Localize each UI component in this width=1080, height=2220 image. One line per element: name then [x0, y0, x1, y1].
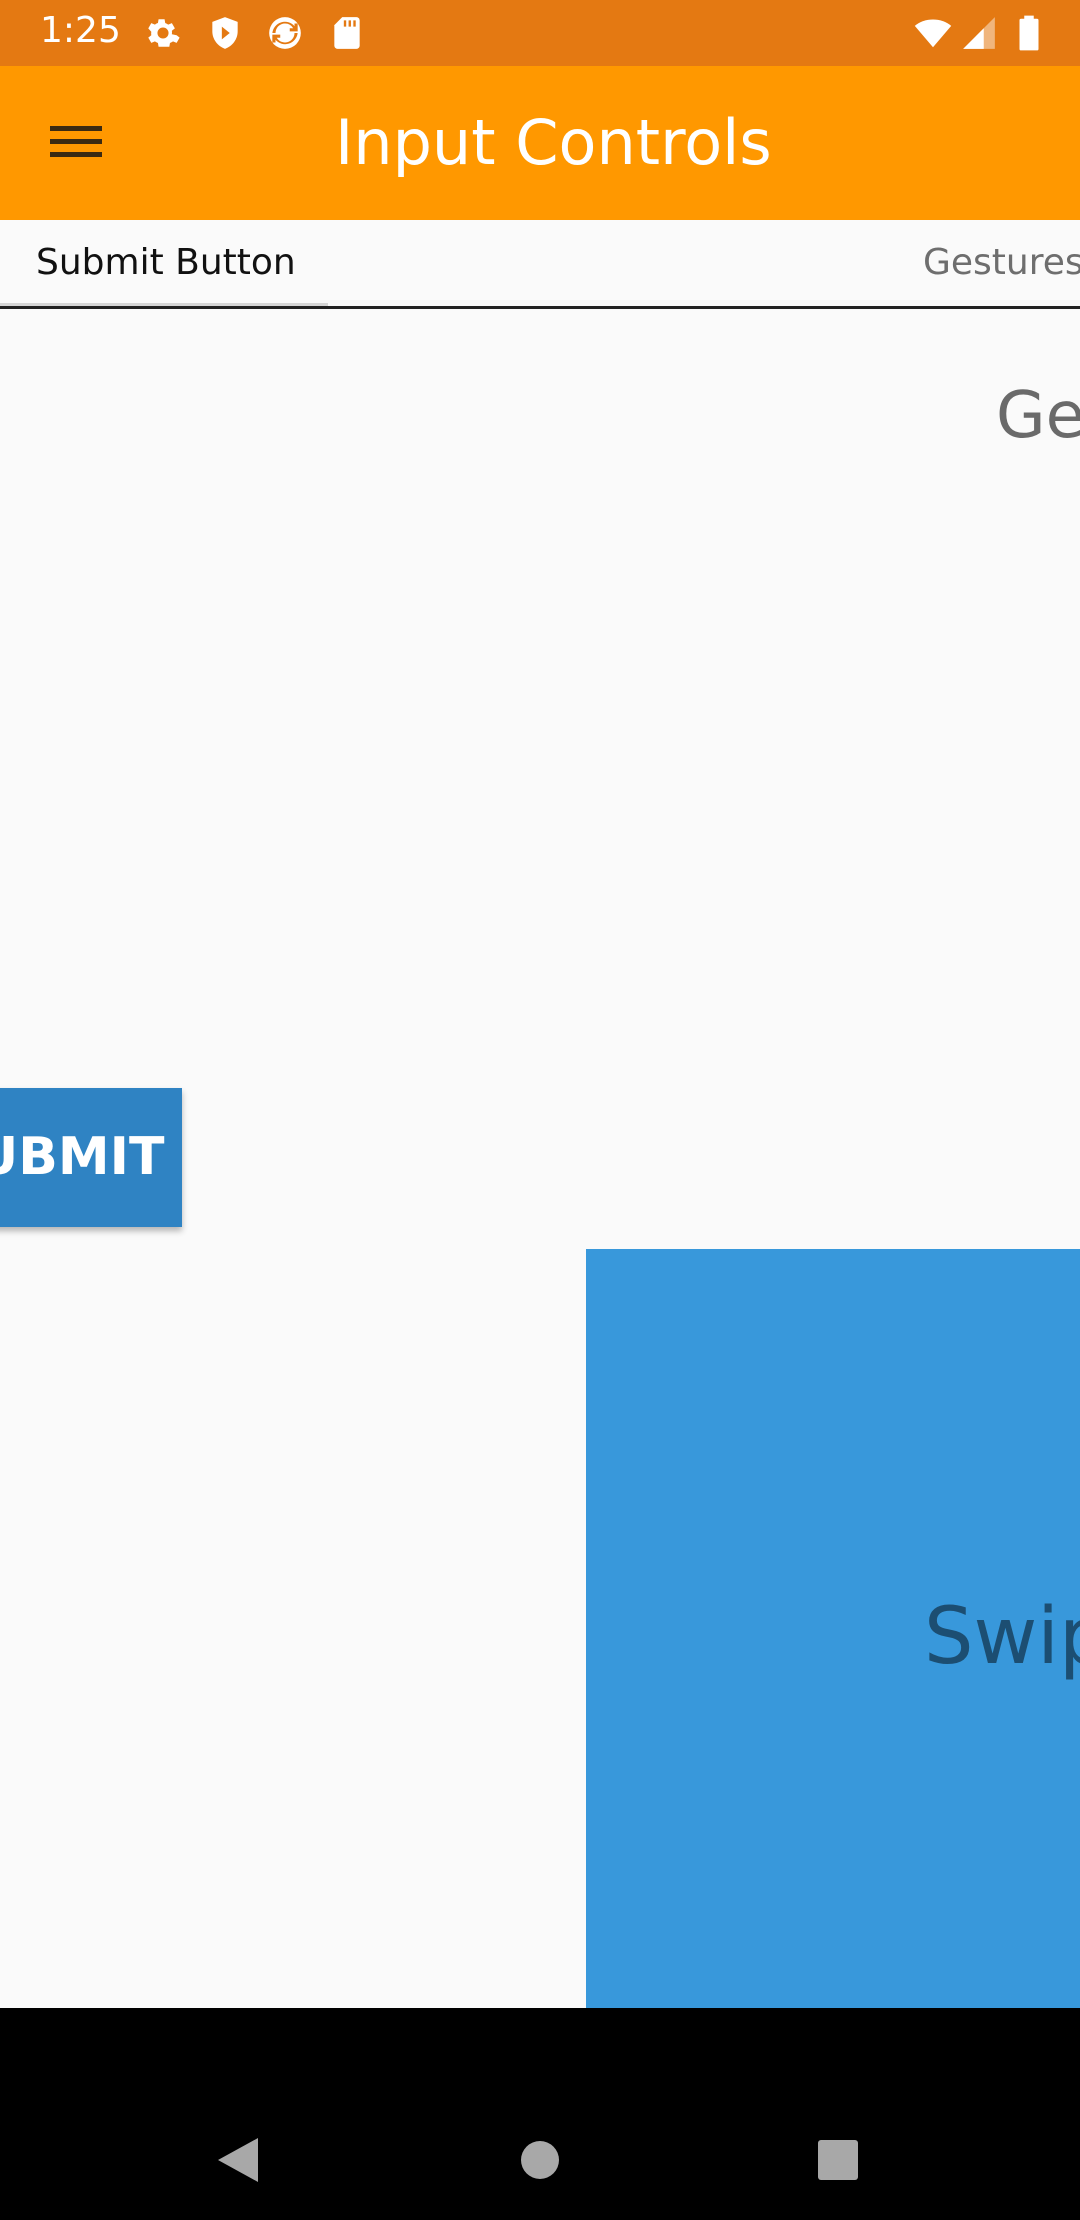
- sync-icon: [266, 14, 304, 52]
- shield-play-icon: [206, 14, 244, 52]
- back-icon[interactable]: [210, 2130, 270, 2190]
- page-title: Input Controls: [335, 106, 772, 179]
- gestures-heading: Ges: [996, 379, 1080, 453]
- swipe-label: Swip: [924, 1592, 1080, 1682]
- content-area: Ges UBMIT Swip: [0, 309, 1080, 2008]
- submit-button[interactable]: UBMIT: [0, 1088, 182, 1227]
- system-nav-bar: [0, 2008, 1080, 2220]
- app-bar: Input Controls: [0, 66, 1080, 220]
- wifi-icon: [914, 14, 952, 52]
- tab-submit-button[interactable]: Submit Button: [0, 220, 328, 306]
- gear-icon: [144, 14, 182, 52]
- status-time: 1:25: [40, 10, 121, 51]
- sd-card-icon: [328, 14, 366, 52]
- battery-icon: [1010, 14, 1048, 52]
- status-bar: 1:25: [0, 0, 1080, 66]
- tab-gestures[interactable]: Gestures: [923, 220, 1080, 306]
- tab-label: Submit Button: [36, 242, 296, 283]
- tab-bar: Submit Button Gestures: [0, 220, 1080, 309]
- signal-icon: [960, 14, 998, 52]
- swipe-area[interactable]: Swip: [586, 1249, 1080, 2008]
- submit-button-label: UBMIT: [0, 1127, 165, 1187]
- tab-label: Gestures: [923, 242, 1080, 283]
- home-icon[interactable]: [510, 2130, 570, 2190]
- recents-icon[interactable]: [808, 2130, 868, 2190]
- tab-indicator: [0, 303, 328, 306]
- hamburger-menu-icon[interactable]: [38, 112, 116, 172]
